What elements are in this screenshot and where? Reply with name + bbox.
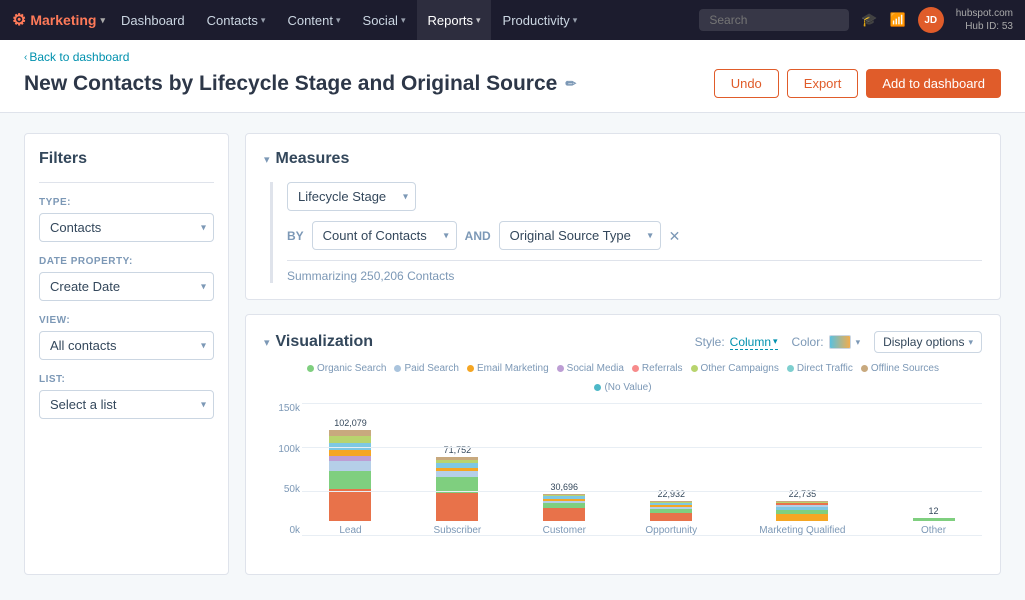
- type-label: TYPE:: [39, 197, 214, 208]
- measures-chevron-icon: ▾: [264, 153, 270, 166]
- bar-group-opportunity[interactable]: 22,932 Opportunity: [623, 489, 720, 536]
- legend-item-offline-sources: Offline Sources: [861, 363, 939, 374]
- bar-stack-opportunity: [650, 501, 692, 521]
- remove-breakdown-button[interactable]: ✕: [669, 229, 681, 243]
- legend-item-no-value: (No Value): [594, 382, 651, 393]
- bar-group-customer[interactable]: 30,696 Customer: [516, 482, 613, 536]
- display-options-chevron-icon: ▾: [968, 337, 973, 348]
- productivity-chevron-icon: ▾: [573, 15, 578, 26]
- page-title: New Contacts by Lifecycle Stage and Orig…: [24, 72, 576, 96]
- style-label: Style:: [695, 335, 725, 349]
- bar-group-marketing-qualified[interactable]: 22,735 Marketing Qualified: [730, 489, 875, 536]
- legend-item-paid-search: Paid Search: [394, 363, 458, 374]
- search-input[interactable]: [699, 9, 849, 31]
- bar-group-subscriber[interactable]: 71,752 Subscriber: [409, 445, 506, 536]
- social-chevron-icon: ▾: [401, 15, 406, 26]
- avatar[interactable]: JD: [918, 7, 944, 33]
- viz-header-title[interactable]: ▾ Visualization: [264, 333, 373, 351]
- filters-panel: Filters TYPE: Contacts ▾ DATE PROPERTY: …: [24, 133, 229, 575]
- bar-stack-other: [913, 518, 955, 521]
- bar-value-subscriber: 71,752: [444, 445, 472, 455]
- style-chevron-icon: ▾: [773, 336, 778, 347]
- dimension-select[interactable]: Lifecycle Stage: [287, 182, 416, 211]
- bar-label-customer: Customer: [543, 525, 586, 536]
- logo-icon: ⚙: [12, 10, 26, 30]
- and-label: AND: [465, 229, 491, 243]
- notifications-icon[interactable]: 🎓: [861, 12, 877, 28]
- breakdown-select[interactable]: Original Source Type: [499, 221, 661, 250]
- measures-title: Measures: [276, 150, 350, 168]
- top-navigation: ⚙ Marketing ▾ Dashboard Contacts ▾ Conte…: [0, 0, 1025, 40]
- back-to-dashboard[interactable]: ‹ Back to dashboard: [24, 50, 1001, 64]
- bar-stack-marketing-qualified: [776, 501, 828, 521]
- bar-label-subscriber: Subscriber: [433, 525, 481, 536]
- nav-item-social[interactable]: Social ▾: [353, 0, 416, 40]
- undo-button[interactable]: Undo: [714, 69, 779, 98]
- bar-stack-customer: [543, 494, 585, 521]
- chart-legend: Organic Search Paid Search Email Marketi…: [264, 363, 982, 393]
- hubspot-info: hubspot.com Hub ID: 53: [956, 7, 1013, 33]
- nav-item-productivity[interactable]: Productivity ▾: [493, 0, 588, 40]
- content-chevron-icon: ▾: [336, 15, 341, 26]
- wifi-icon[interactable]: 📶: [890, 12, 906, 28]
- color-label: Color:: [792, 335, 824, 349]
- viz-chevron-icon: ▾: [264, 336, 270, 349]
- nav-item-dashboard[interactable]: Dashboard: [111, 0, 195, 40]
- measures-section: ▾ Measures Lifecycle Stage ▾ BY: [245, 133, 1001, 300]
- export-button[interactable]: Export: [787, 69, 859, 98]
- list-select[interactable]: Select a list: [39, 390, 214, 419]
- contacts-chevron-icon: ▾: [261, 15, 266, 26]
- measures-header[interactable]: ▾ Measures: [264, 150, 982, 168]
- y-axis-labels: 150k 100k 50k 0k: [264, 403, 300, 536]
- reports-chevron-icon: ▾: [476, 15, 481, 26]
- legend-item-direct-traffic: Direct Traffic: [787, 363, 853, 374]
- view-label: VIEW:: [39, 315, 214, 326]
- legend-item-other-campaigns: Other Campaigns: [691, 363, 779, 374]
- bar-label-lead: Lead: [339, 525, 361, 536]
- legend-item-social-media: Social Media: [557, 363, 624, 374]
- view-select[interactable]: All contacts: [39, 331, 214, 360]
- bar-group-other[interactable]: 12 Other: [885, 506, 982, 536]
- date-property-select[interactable]: Create Date: [39, 272, 214, 301]
- bar-stack-lead: [329, 430, 371, 521]
- visualization-section: ▾ Visualization Style: Column ▾ Color:: [245, 314, 1001, 575]
- bar-value-lead: 102,079: [334, 418, 367, 428]
- color-swatch[interactable]: [829, 335, 851, 349]
- edit-icon[interactable]: ✏: [565, 76, 576, 92]
- nav-item-content[interactable]: Content ▾: [277, 0, 350, 40]
- back-chevron-icon: ‹: [24, 52, 27, 63]
- bar-value-customer: 30,696: [551, 482, 579, 492]
- logo-chevron-icon: ▾: [100, 15, 105, 26]
- header-actions: Undo Export Add to dashboard: [714, 69, 1001, 98]
- bar-value-opportunity: 22,932: [657, 489, 685, 499]
- legend-item-organic-search: Organic Search: [307, 363, 386, 374]
- list-label: LIST:: [39, 374, 214, 385]
- nav-item-contacts[interactable]: Contacts ▾: [197, 0, 276, 40]
- by-label: BY: [287, 229, 304, 243]
- bar-stack-subscriber: [436, 457, 478, 521]
- display-options-button[interactable]: Display options ▾: [874, 331, 982, 353]
- legend-item-referrals: Referrals: [632, 363, 683, 374]
- summarize-text: Summarizing 250,206 Contacts: [287, 269, 982, 283]
- visualization-title: Visualization: [276, 333, 374, 351]
- bar-value-other: 12: [929, 506, 939, 516]
- bar-label-opportunity: Opportunity: [645, 525, 697, 536]
- bar-group-lead[interactable]: 102,079 Lead: [302, 418, 399, 536]
- style-value[interactable]: Column ▾: [730, 335, 778, 350]
- metric-select[interactable]: Count of Contacts: [312, 221, 457, 250]
- filters-title: Filters: [39, 150, 214, 168]
- bar-label-marketing-qualified: Marketing Qualified: [759, 525, 845, 536]
- date-property-label: DATE PROPERTY:: [39, 256, 214, 267]
- nav-logo[interactable]: ⚙ Marketing ▾: [12, 10, 105, 30]
- legend-item-email-marketing: Email Marketing: [467, 363, 549, 374]
- page-header: ‹ Back to dashboard New Contacts by Life…: [0, 40, 1025, 113]
- add-to-dashboard-button[interactable]: Add to dashboard: [866, 69, 1001, 98]
- nav-item-reports[interactable]: Reports ▾: [417, 0, 490, 40]
- type-select[interactable]: Contacts: [39, 213, 214, 242]
- color-chevron-icon: ▾: [856, 337, 861, 348]
- chart-area: 150k 100k 50k 0k 102,079: [264, 403, 982, 558]
- bar-label-other: Other: [921, 525, 946, 536]
- bar-value-marketing-qualified: 22,735: [789, 489, 817, 499]
